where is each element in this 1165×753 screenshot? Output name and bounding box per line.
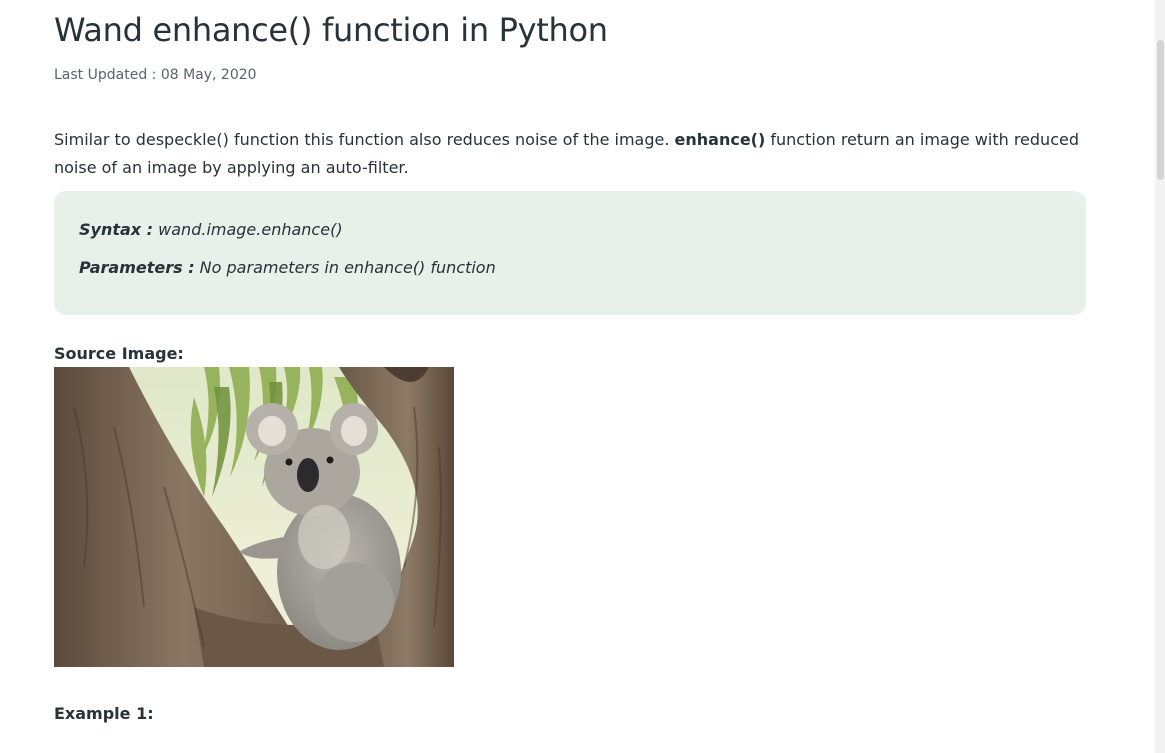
- parameters-line: Parameters : No parameters in enhance() …: [79, 257, 496, 279]
- syntax-line: Syntax : wand.image.enhance(): [79, 219, 343, 241]
- page-title: Wand enhance() function in Python: [54, 11, 608, 49]
- last-updated: Last Updated : 08 May, 2020: [54, 67, 257, 83]
- intro-paragraph: Similar to despeckle() function this fun…: [54, 126, 1086, 182]
- intro-bold-function: enhance(): [674, 130, 766, 149]
- intro-text-1: Similar to despeckle() function this fun…: [54, 130, 675, 149]
- source-image-label: Source Image:: [54, 344, 184, 363]
- vertical-scrollbar[interactable]: [1155, 0, 1165, 753]
- parameters-label: Parameters :: [79, 258, 195, 277]
- example-1-label: Example 1:: [54, 704, 154, 723]
- parameters-value: No parameters in enhance() function: [194, 258, 496, 277]
- syntax-value: wand.image.enhance(): [153, 220, 343, 239]
- scrollbar-thumb[interactable]: [1157, 40, 1164, 180]
- syntax-box: Syntax : wand.image.enhance() Parameters…: [54, 191, 1086, 315]
- syntax-label: Syntax :: [79, 220, 154, 239]
- source-image-koala: [54, 367, 454, 667]
